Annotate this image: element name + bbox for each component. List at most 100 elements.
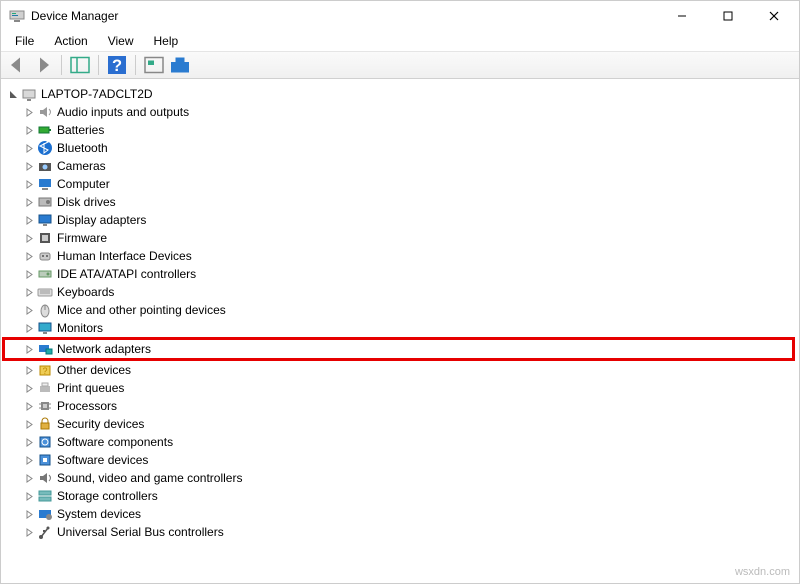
- expander-icon[interactable]: [23, 196, 35, 208]
- help-button[interactable]: ?: [105, 54, 129, 76]
- tree-item-bluetooth[interactable]: Bluetooth: [5, 139, 795, 157]
- expander-icon[interactable]: [23, 436, 35, 448]
- tree-item-keyboard[interactable]: Keyboards: [5, 283, 795, 301]
- scan-hardware-button[interactable]: [142, 54, 166, 76]
- tree-item-label: Security devices: [57, 415, 144, 433]
- tree-item-label: Universal Serial Bus controllers: [57, 523, 224, 541]
- expander-icon[interactable]: [23, 400, 35, 412]
- security-icon: [37, 416, 53, 432]
- tree-item-sound[interactable]: Sound, video and game controllers: [5, 469, 795, 487]
- menu-view[interactable]: View: [98, 32, 144, 50]
- tree-item-ide[interactable]: IDE ATA/ATAPI controllers: [5, 265, 795, 283]
- expander-icon[interactable]: [23, 304, 35, 316]
- tree-item-print[interactable]: Print queues: [5, 379, 795, 397]
- tree-item-label: Cameras: [57, 157, 106, 175]
- tree-item-usb[interactable]: Universal Serial Bus controllers: [5, 523, 795, 541]
- expander-icon[interactable]: [23, 232, 35, 244]
- keyboard-icon: [37, 284, 53, 300]
- expander-icon[interactable]: [7, 88, 19, 100]
- tree-item-mouse[interactable]: Mice and other pointing devices: [5, 301, 795, 319]
- back-button[interactable]: [5, 54, 29, 76]
- show-hide-tree-button[interactable]: [68, 54, 92, 76]
- tree-item-audio[interactable]: Audio inputs and outputs: [5, 103, 795, 121]
- ide-icon: [37, 266, 53, 282]
- tree-item-label: Mice and other pointing devices: [57, 301, 226, 319]
- menu-file[interactable]: File: [5, 32, 44, 50]
- expander-icon[interactable]: [23, 214, 35, 226]
- firmware-icon: [37, 230, 53, 246]
- expander-icon[interactable]: [23, 160, 35, 172]
- toolbar-separator-2: [98, 55, 99, 75]
- system-icon: [37, 506, 53, 522]
- expander-icon[interactable]: [23, 286, 35, 298]
- expander-icon[interactable]: [23, 343, 35, 355]
- tree-item-computer[interactable]: Computer: [5, 175, 795, 193]
- menu-help[interactable]: Help: [144, 32, 189, 50]
- properties-button[interactable]: [168, 54, 192, 76]
- expander-icon[interactable]: [23, 508, 35, 520]
- menu-action[interactable]: Action: [44, 32, 97, 50]
- tree-item-label: Network adapters: [57, 340, 151, 358]
- tree-item-network[interactable]: Network adapters: [2, 337, 795, 361]
- expander-icon[interactable]: [23, 322, 35, 334]
- expander-icon[interactable]: [23, 526, 35, 538]
- expander-icon[interactable]: [23, 142, 35, 154]
- tree-item-label: Computer: [57, 175, 110, 193]
- forward-button[interactable]: [31, 54, 55, 76]
- tree-item-firmware[interactable]: Firmware: [5, 229, 795, 247]
- tree-item-label: Software devices: [57, 451, 148, 469]
- sound-icon: [37, 470, 53, 486]
- expander-icon[interactable]: [23, 364, 35, 376]
- tree-item-battery[interactable]: Batteries: [5, 121, 795, 139]
- expander-icon[interactable]: [23, 454, 35, 466]
- expander-icon[interactable]: [23, 382, 35, 394]
- tree-item-cpu[interactable]: Processors: [5, 397, 795, 415]
- tree-item-label: Human Interface Devices: [57, 247, 192, 265]
- tree-item-monitor[interactable]: Monitors: [5, 319, 795, 337]
- minimize-button[interactable]: [659, 1, 705, 31]
- expander-icon[interactable]: [23, 250, 35, 262]
- maximize-button[interactable]: [705, 1, 751, 31]
- expander-icon[interactable]: [23, 106, 35, 118]
- tree-item-label: Sound, video and game controllers: [57, 469, 242, 487]
- device-manager-window: Device Manager File Action View Help ? L…: [0, 0, 800, 584]
- device-tree[interactable]: LAPTOP-7ADCLT2DAudio inputs and outputsB…: [1, 79, 799, 583]
- tree-item-label: Other devices: [57, 361, 131, 379]
- tree-item-other[interactable]: ?Other devices: [5, 361, 795, 379]
- expander-icon[interactable]: [23, 418, 35, 430]
- window-controls: [659, 1, 797, 31]
- tree-root-node[interactable]: LAPTOP-7ADCLT2D: [5, 85, 795, 103]
- toolbar-separator: [61, 55, 62, 75]
- tree-item-softdev[interactable]: Software devices: [5, 451, 795, 469]
- tree-item-softcomp[interactable]: Software components: [5, 433, 795, 451]
- expander-icon[interactable]: [23, 490, 35, 502]
- tree-item-hid[interactable]: Human Interface Devices: [5, 247, 795, 265]
- tree-item-label: IDE ATA/ATAPI controllers: [57, 265, 196, 283]
- softdev-icon: [37, 452, 53, 468]
- other-icon: ?: [37, 362, 53, 378]
- tree-item-disk[interactable]: Disk drives: [5, 193, 795, 211]
- toolbar: ?: [1, 51, 799, 79]
- tree-item-storage[interactable]: Storage controllers: [5, 487, 795, 505]
- tree-item-label: Storage controllers: [57, 487, 158, 505]
- expander-icon[interactable]: [23, 124, 35, 136]
- menubar: File Action View Help: [1, 31, 799, 51]
- tree-item-camera[interactable]: Cameras: [5, 157, 795, 175]
- tree-item-display[interactable]: Display adapters: [5, 211, 795, 229]
- tree-item-label: Software components: [57, 433, 173, 451]
- expander-icon[interactable]: [23, 268, 35, 280]
- tree-item-label: System devices: [57, 505, 141, 523]
- expander-icon[interactable]: [23, 178, 35, 190]
- computer-root-icon: [21, 86, 37, 102]
- print-icon: [37, 380, 53, 396]
- close-button[interactable]: [751, 1, 797, 31]
- toolbar-separator-3: [135, 55, 136, 75]
- tree-item-label: Print queues: [57, 379, 124, 397]
- tree-item-security[interactable]: Security devices: [5, 415, 795, 433]
- monitor-icon: [37, 320, 53, 336]
- expander-icon[interactable]: [23, 472, 35, 484]
- tree-item-label: Monitors: [57, 319, 103, 337]
- tree-item-system[interactable]: System devices: [5, 505, 795, 523]
- tree-item-label: Firmware: [57, 229, 107, 247]
- tree-item-label: Keyboards: [57, 283, 114, 301]
